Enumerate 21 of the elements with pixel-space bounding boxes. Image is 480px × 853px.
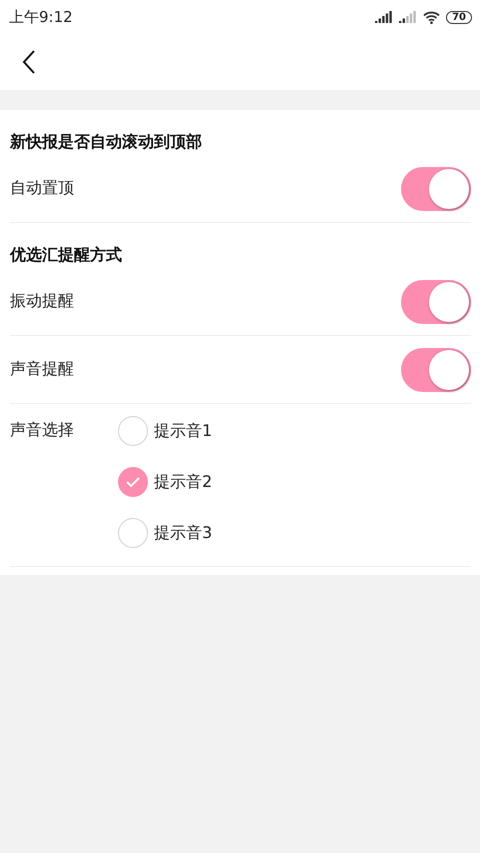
toggle-switch[interactable] xyxy=(401,280,471,324)
radio-label[interactable]: 提示音1 xyxy=(154,420,212,442)
signal-icon xyxy=(399,11,418,23)
radio-button[interactable] xyxy=(118,416,148,446)
check-icon xyxy=(125,476,141,488)
radio-button[interactable] xyxy=(118,467,148,497)
setting-label: 自动置顶 xyxy=(10,178,74,199)
radio-button[interactable] xyxy=(118,518,148,548)
wifi-icon xyxy=(423,10,440,24)
radio-label[interactable]: 提示音3 xyxy=(154,522,212,544)
toggle-switch[interactable] xyxy=(401,348,471,392)
status-time: 上午9:12 xyxy=(9,8,73,26)
signal-icon xyxy=(375,11,394,23)
radio-label[interactable]: 提示音2 xyxy=(154,472,212,492)
section-heading: 优选汇提醒方式 xyxy=(10,244,123,266)
section-heading: 新快报是否自动滚动到顶部 xyxy=(10,131,203,153)
battery-level: 70 xyxy=(446,10,472,24)
setting-label: 声音提醒 xyxy=(10,359,74,380)
toggle-switch[interactable] xyxy=(401,166,471,210)
setting-label: 声音选择 xyxy=(10,419,75,441)
setting-label: 振动提醒 xyxy=(10,291,74,312)
